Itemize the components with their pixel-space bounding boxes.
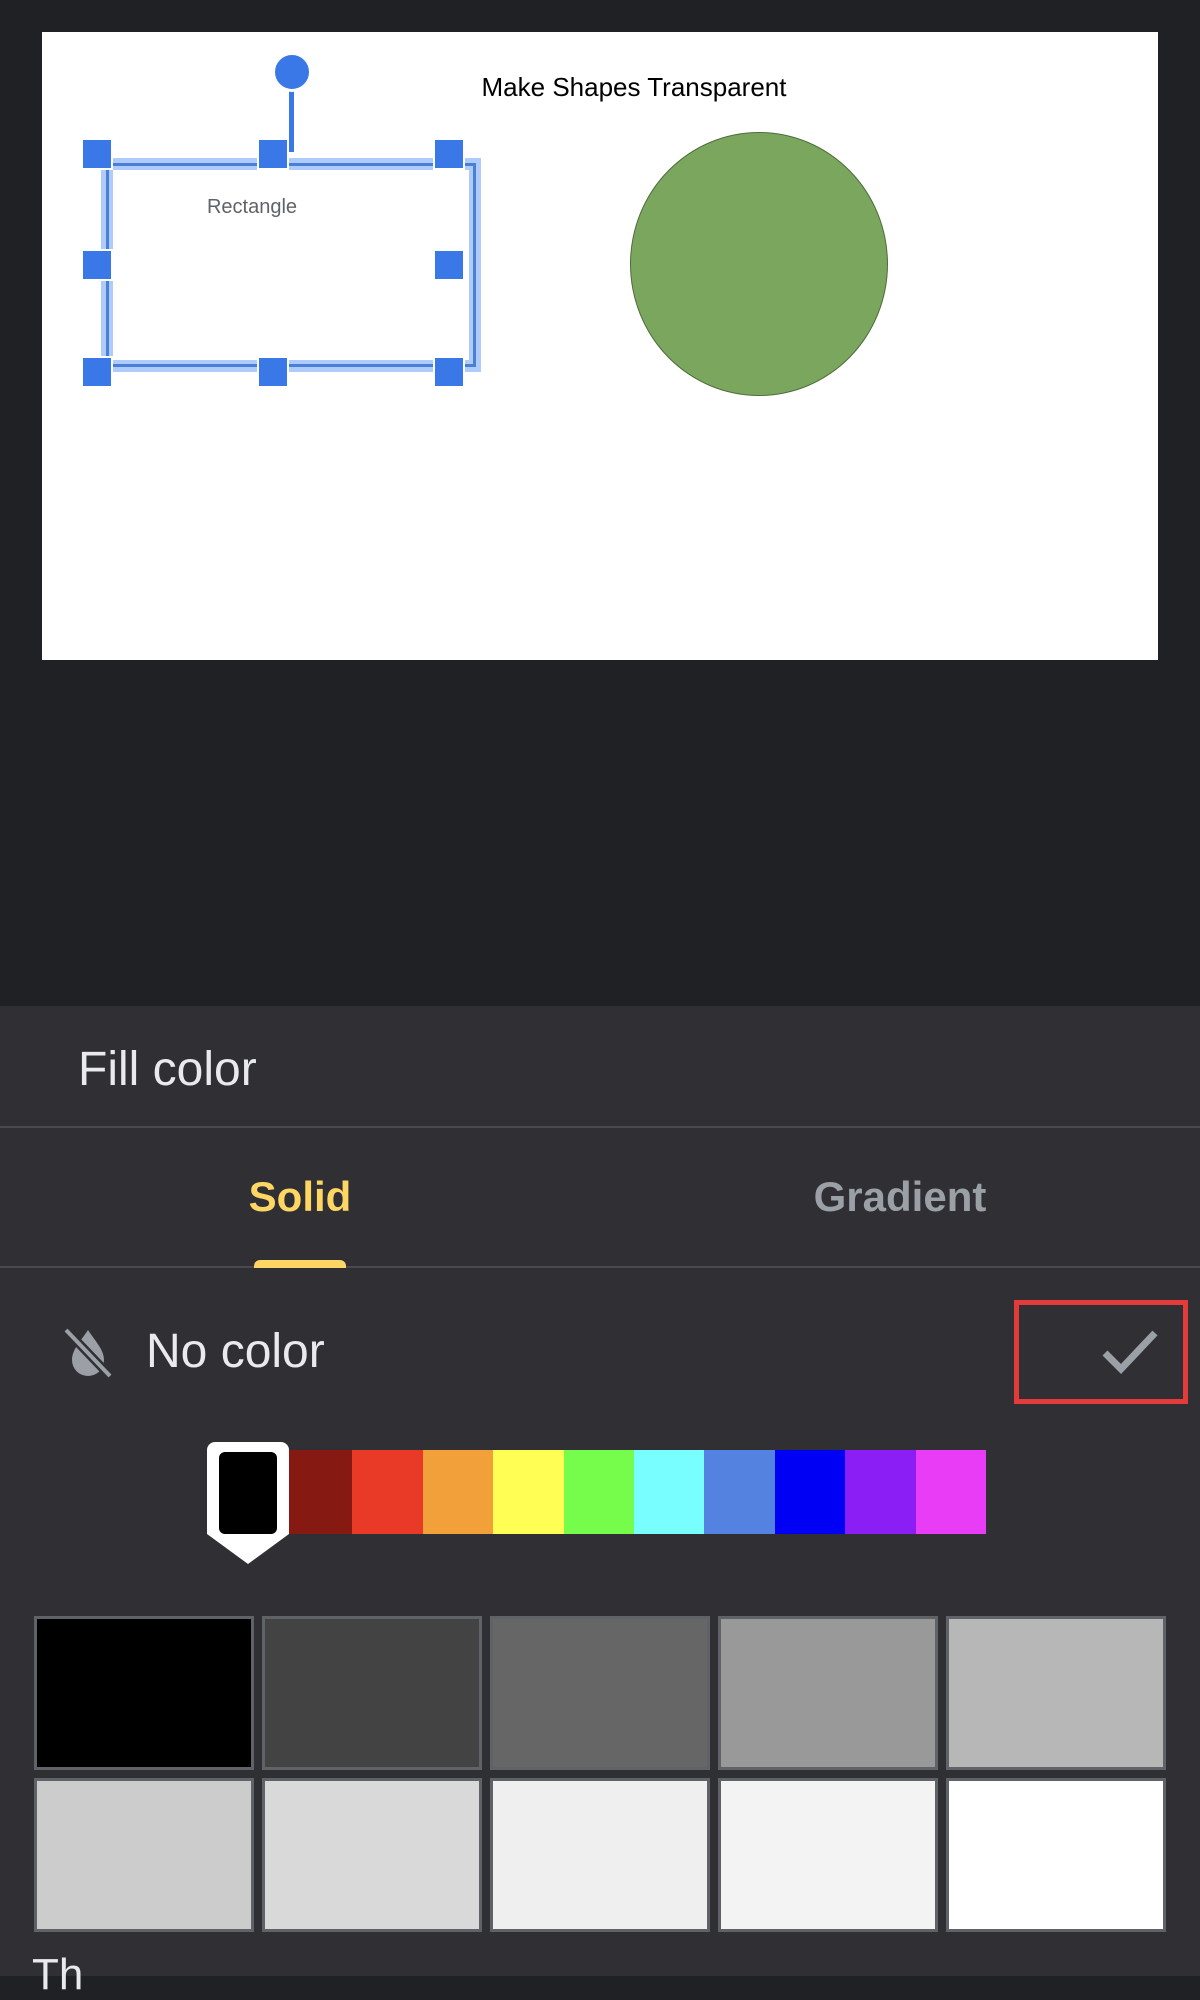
- no-color-checkmark-button[interactable]: [1014, 1300, 1188, 1404]
- slide-title-textbox[interactable]: Make Shapes Transparent: [429, 72, 839, 103]
- sheet-title: Fill color: [78, 1043, 257, 1096]
- circle-shape[interactable]: [630, 132, 888, 396]
- hue-slider-thumb[interactable]: [207, 1438, 289, 1566]
- color-swatch[interactable]: [262, 1778, 482, 1932]
- resize-handle-right[interactable]: [433, 249, 465, 281]
- resize-handle-top[interactable]: [257, 138, 289, 170]
- hue-option[interactable]: [634, 1450, 705, 1534]
- tab-solid-label: Solid: [248, 1173, 352, 1220]
- resize-handle-top-left[interactable]: [81, 138, 113, 170]
- color-swatch[interactable]: [718, 1616, 938, 1770]
- color-swatch[interactable]: [34, 1778, 254, 1932]
- fill-color-sheet: Fill color Solid Gradient No color Th: [0, 1006, 1200, 1999]
- no-fill-droplet-icon: [62, 1326, 114, 1380]
- color-swatch[interactable]: [946, 1616, 1166, 1770]
- color-swatch[interactable]: [34, 1616, 254, 1770]
- hue-option[interactable]: [422, 1450, 494, 1534]
- hue-option[interactable]: [563, 1450, 635, 1534]
- hue-option[interactable]: [845, 1450, 916, 1534]
- resize-handle-left[interactable]: [81, 249, 113, 281]
- color-swatch[interactable]: [946, 1778, 1166, 1932]
- active-tab-indicator: [254, 1260, 346, 1268]
- resize-handle-bottom[interactable]: [257, 356, 289, 388]
- hue-option[interactable]: [774, 1450, 846, 1534]
- sheet-header: Fill color: [0, 1006, 1200, 1128]
- tab-gradient[interactable]: Gradient: [600, 1128, 1200, 1266]
- resize-handle-bottom-right[interactable]: [433, 356, 465, 388]
- color-swatch[interactable]: [490, 1616, 710, 1770]
- color-swatch[interactable]: [718, 1778, 938, 1932]
- hue-option[interactable]: [352, 1450, 423, 1534]
- tab-gradient-label: Gradient: [813, 1173, 987, 1220]
- color-swatch[interactable]: [262, 1616, 482, 1770]
- hue-option[interactable]: [704, 1450, 775, 1534]
- checkmark-icon: [1102, 1330, 1158, 1375]
- hue-option[interactable]: [915, 1450, 987, 1534]
- color-swatch-grid: [34, 1616, 1166, 1932]
- rectangle-shape[interactable]: [101, 158, 481, 372]
- no-color-option[interactable]: No color: [0, 1268, 1200, 1426]
- no-color-label: No color: [146, 1325, 325, 1378]
- rectangle-label: Rectangle: [206, 196, 298, 218]
- slide-canvas[interactable]: Make Shapes Transparent Rectangle: [42, 32, 1158, 660]
- color-swatch[interactable]: [490, 1778, 710, 1932]
- hue-option[interactable]: [282, 1450, 353, 1534]
- hue-option[interactable]: [493, 1450, 564, 1534]
- hue-slider[interactable]: [282, 1450, 987, 1534]
- resize-handle-bottom-left[interactable]: [81, 356, 113, 388]
- resize-handle-top-right[interactable]: [433, 138, 465, 170]
- fill-type-tabs: Solid Gradient: [0, 1128, 1200, 1268]
- tab-solid[interactable]: Solid: [0, 1128, 600, 1266]
- next-section-label: Th: [32, 1950, 84, 1999]
- rotation-handle[interactable]: [272, 52, 312, 92]
